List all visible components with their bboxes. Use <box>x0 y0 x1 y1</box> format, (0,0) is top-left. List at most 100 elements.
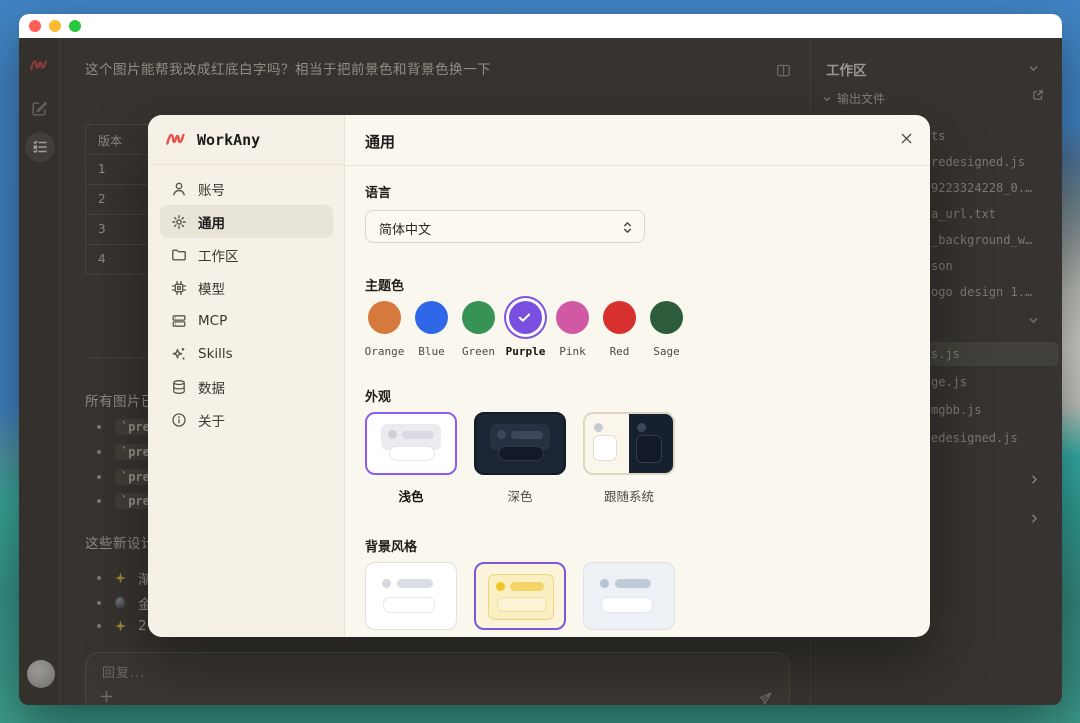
desktop-wallpaper: 这个图片能帮我改成红底白字吗？相当于把前景色和背景色换一下 版本 1 2 3 <box>0 0 1080 723</box>
close-icon[interactable] <box>899 131 914 146</box>
settings-content: 通用 语言 简体中文 主题色 Orange <box>345 115 930 637</box>
chevron-right-icon[interactable] <box>1028 512 1041 525</box>
file-item[interactable]: redesigned.js <box>931 155 1025 169</box>
appearance-cards <box>365 412 675 475</box>
chevron-down-icon[interactable] <box>1027 314 1040 327</box>
database-icon <box>171 379 187 395</box>
nav-item-data[interactable]: 数据 <box>160 370 333 403</box>
output-files-section[interactable]: 输出文件 <box>822 90 885 107</box>
list-item: 2 <box>97 618 147 634</box>
swatch-pink[interactable]: Pink <box>549 301 596 358</box>
tasks-icon-background[interactable] <box>25 132 55 162</box>
table-header-cell: 版本 <box>86 125 149 154</box>
close-window-button[interactable] <box>29 20 41 32</box>
color-circle[interactable] <box>603 301 636 334</box>
appearance-label: 外观 <box>365 386 391 405</box>
file-item[interactable]: mgbb.js <box>931 403 982 417</box>
check-icon <box>517 310 532 325</box>
reply-placeholder: 回复... <box>102 662 145 681</box>
swatch-green[interactable]: Green <box>455 301 502 358</box>
nav-item-skills[interactable]: Skills <box>160 337 333 370</box>
external-link-icon[interactable] <box>1032 89 1044 101</box>
bullet-icon <box>97 499 101 503</box>
chevron-right-icon[interactable] <box>1028 473 1041 486</box>
swatch-blue[interactable]: Blue <box>408 301 455 358</box>
chevron-down-icon[interactable] <box>1027 62 1040 75</box>
minimize-window-button[interactable] <box>49 20 61 32</box>
theme-swatches: Orange Blue Green <box>361 301 690 358</box>
language-value: 简体中文 <box>379 219 431 238</box>
info-icon <box>171 412 187 428</box>
zoom-window-button[interactable] <box>69 20 81 32</box>
bullet-icon <box>97 450 101 454</box>
appearance-option-dark[interactable]: 深色 <box>474 486 566 505</box>
folder-icon <box>171 247 187 263</box>
attach-plus-icon[interactable] <box>99 689 114 704</box>
list-item: 渐 <box>97 568 152 588</box>
settings-modal: WorkAny 账号 通用 <box>148 115 930 637</box>
bg-style-plain-card[interactable] <box>365 562 457 630</box>
toggle-panel-icon[interactable] <box>776 63 791 78</box>
color-circle[interactable] <box>509 301 542 334</box>
nav-item-general[interactable]: 通用 <box>160 205 333 238</box>
file-item[interactable]: s.js <box>931 347 960 361</box>
workany-logo-icon <box>165 132 189 147</box>
settings-nav: 账号 通用 工作区 <box>160 172 333 436</box>
reply-input[interactable]: 回复... <box>85 652 790 705</box>
page-title: 通用 <box>365 131 395 152</box>
file-item[interactable]: edesigned.js <box>931 431 1018 445</box>
nav-item-mcp[interactable]: MCP <box>160 304 333 337</box>
workspace-title: 工作区 <box>826 59 867 79</box>
file-item[interactable]: ts <box>931 129 945 143</box>
sparkles-emoji <box>115 621 126 632</box>
chip-icon <box>171 280 187 296</box>
file-item[interactable]: son <box>931 259 953 273</box>
settings-header: 通用 <box>345 115 930 166</box>
color-circle[interactable] <box>650 301 683 334</box>
dark-sphere-emoji <box>115 597 125 609</box>
theme-label: 主题色 <box>365 275 404 294</box>
bullet-icon <box>97 425 101 429</box>
appearance-option-system[interactable]: 跟随系统 <box>583 486 675 505</box>
user-avatar[interactable] <box>27 660 55 688</box>
nav-item-workspace[interactable]: 工作区 <box>160 238 333 271</box>
user-icon <box>171 181 187 197</box>
bg-style-warm-card-selected[interactable] <box>474 562 566 630</box>
nav-item-about[interactable]: 关于 <box>160 403 333 436</box>
bullet-icon <box>97 624 101 628</box>
swatch-orange[interactable]: Orange <box>361 301 408 358</box>
bullet-icon <box>97 601 101 605</box>
color-circle[interactable] <box>462 301 495 334</box>
bullet-icon <box>97 475 101 479</box>
swatch-purple-selected[interactable]: Purple <box>502 301 549 358</box>
app-icon-sidebar <box>19 38 60 705</box>
file-item[interactable]: _background_w… <box>931 233 1032 247</box>
language-select[interactable]: 简体中文 <box>365 210 645 243</box>
color-circle[interactable] <box>556 301 589 334</box>
bg-style-cool-card[interactable] <box>583 562 675 630</box>
color-circle[interactable] <box>415 301 448 334</box>
nav-item-models[interactable]: 模型 <box>160 271 333 304</box>
file-item[interactable]: 9223324228_0.… <box>931 181 1032 195</box>
settings-sidebar: WorkAny 账号 通用 <box>148 115 345 637</box>
chevron-down-icon <box>822 94 832 104</box>
swatch-red[interactable]: Red <box>596 301 643 358</box>
color-circle[interactable] <box>368 301 401 334</box>
appearance-system-card[interactable] <box>583 412 675 475</box>
appearance-option-light[interactable]: 浅色 <box>365 486 457 505</box>
file-item[interactable]: ge.js <box>931 375 967 389</box>
assistant-text: 这些新设计 <box>85 532 155 552</box>
file-item[interactable]: ogo design 1.… <box>931 285 1032 299</box>
new-chat-icon[interactable] <box>31 100 48 117</box>
swatch-sage[interactable]: Sage <box>643 301 690 358</box>
file-item[interactable]: a_url.txt <box>931 207 996 221</box>
window-titlebar[interactable] <box>19 14 1062 38</box>
server-icon <box>171 313 187 329</box>
nav-item-account[interactable]: 账号 <box>160 172 333 205</box>
appearance-dark-card[interactable] <box>474 412 566 475</box>
background-style-label: 背景风格 <box>365 536 417 555</box>
appearance-light-card[interactable] <box>365 412 457 475</box>
send-icon[interactable] <box>758 691 773 705</box>
background-style-cards <box>365 562 675 630</box>
app-window: 这个图片能帮我改成红底白字吗？相当于把前景色和背景色换一下 版本 1 2 3 <box>19 14 1062 705</box>
